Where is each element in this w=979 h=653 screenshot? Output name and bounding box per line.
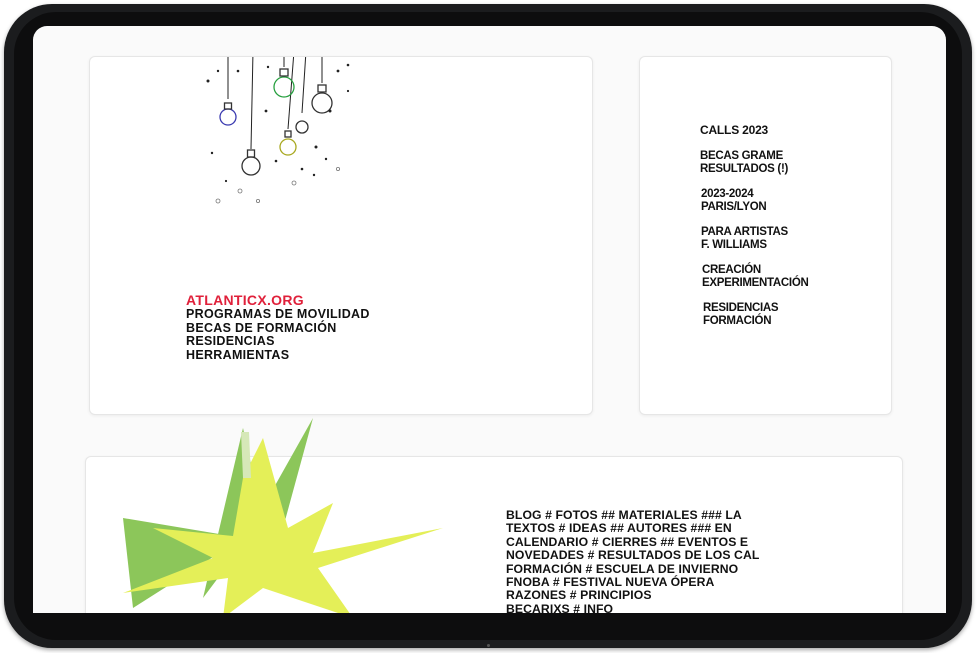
star-burst-graphic bbox=[123, 418, 443, 613]
home-indicator bbox=[487, 644, 490, 647]
calls-title[interactable]: CALLS 2023 bbox=[700, 124, 880, 137]
site-title-link[interactable]: ATLANTICX.ORG bbox=[186, 293, 426, 308]
intro-line-residencies[interactable]: RESIDENCIAS bbox=[186, 334, 426, 349]
tag-line-becarixs[interactable]: BECARIXS # INFO bbox=[506, 602, 794, 613]
call-item-line: FORMACIÓN bbox=[703, 315, 772, 327]
call-item-line: CREACIÓN bbox=[702, 264, 761, 276]
tag-line-calendario[interactable]: CALENDARIO # CIERRES ## EVENTOS E bbox=[506, 535, 794, 549]
tag-line-textos[interactable]: TEXTOS # IDEAS ## AUTORES ### EN bbox=[506, 521, 794, 535]
intro-line-tools[interactable]: HERRAMIENTAS bbox=[186, 348, 426, 363]
call-item-paris-lyon[interactable]: 2023-2024 PARIS/LYON bbox=[701, 188, 880, 214]
tag-line-razones[interactable]: RAZONES # PRINCIPIOS bbox=[506, 589, 794, 603]
tags-list: BLOG # FOTOS ## MATERIALES ### LA TEXTOS… bbox=[506, 509, 794, 613]
call-item-line: F. WILLIAMS bbox=[701, 239, 767, 251]
intro-card[interactable]: ATLANTICX.ORG PROGRAMAS DE MOVILIDAD BEC… bbox=[89, 56, 593, 415]
light-bulbs-illustration bbox=[206, 57, 350, 204]
tag-line-blog[interactable]: BLOG # FOTOS ## MATERIALES ### LA bbox=[506, 509, 794, 522]
intro-text: ATLANTICX.ORG PROGRAMAS DE MOVILIDAD BEC… bbox=[186, 293, 426, 362]
call-item-line: EXPERIMENTACIÓN bbox=[702, 277, 809, 289]
intro-line-mobility[interactable]: PROGRAMAS DE MOVILIDAD bbox=[186, 307, 426, 322]
call-item-line: BECAS GRAME bbox=[700, 150, 783, 162]
call-item-williams[interactable]: PARA ARTISTAS F. WILLIAMS bbox=[701, 226, 880, 252]
call-item-line: PARA ARTISTAS bbox=[701, 226, 788, 238]
call-item-creation[interactable]: CREACIÓN EXPERIMENTACIÓN bbox=[702, 264, 880, 290]
call-item-line: RESULTADOS (!) bbox=[700, 163, 789, 175]
call-item-line: 2023-2024 bbox=[701, 188, 754, 200]
calls-card: CALLS 2023 BECAS GRAME RESULTADOS (!) 20… bbox=[639, 56, 892, 415]
call-item-line: PARIS/LYON bbox=[701, 201, 767, 213]
tablet-screen: ATLANTICX.ORG PROGRAMAS DE MOVILIDAD BEC… bbox=[33, 26, 946, 613]
intro-line-training[interactable]: BECAS DE FORMACIÓN bbox=[186, 321, 426, 336]
call-item-line: RESIDENCIAS bbox=[703, 302, 779, 314]
call-item-residencies[interactable]: RESIDENCIAS FORMACIÓN bbox=[703, 302, 880, 328]
calls-list: CALLS 2023 BECAS GRAME RESULTADOS (!) 20… bbox=[700, 124, 880, 340]
tag-line-novedades[interactable]: NOVEDADES # RESULTADOS DE LOS CAL bbox=[506, 548, 794, 562]
call-item-grame[interactable]: BECAS GRAME RESULTADOS (!) bbox=[700, 150, 880, 176]
tag-line-fnoba[interactable]: FNOBA # FESTIVAL NUEVA ÓPERA bbox=[506, 575, 794, 589]
